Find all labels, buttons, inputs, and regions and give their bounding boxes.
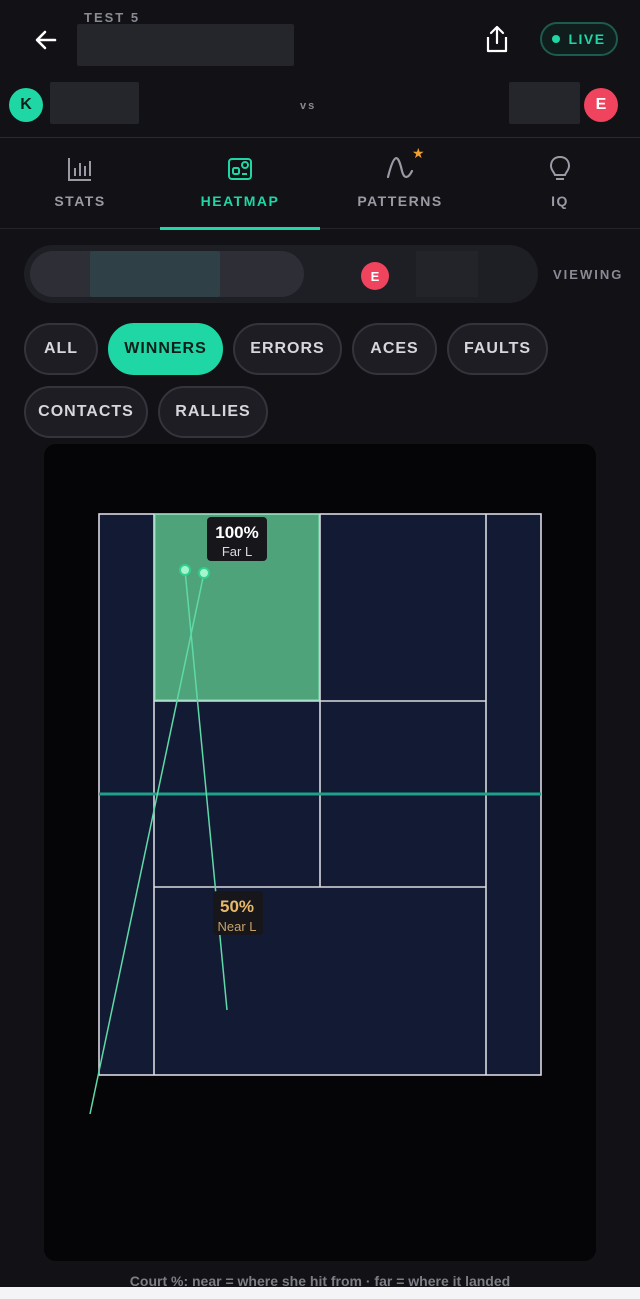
live-badge: LIVE — [540, 22, 618, 56]
tab-iq[interactable]: IQ — [480, 139, 640, 229]
tab-stats[interactable]: STATS — [0, 139, 160, 229]
redacted-player-left-name — [50, 82, 139, 124]
tab-iq-label: IQ — [551, 193, 569, 209]
star-badge-icon: ★ — [412, 145, 425, 161]
match-title: TEST 5 — [84, 10, 141, 25]
tab-heatmap[interactable]: HEATMAP — [160, 139, 320, 230]
pattern-curve-icon — [386, 157, 414, 179]
redacted-match-name — [77, 24, 294, 66]
redacted-player-left-option — [90, 251, 220, 297]
lightbulb-icon — [549, 155, 571, 180]
far-zone-percent: 100% — [215, 523, 258, 542]
arrow-left-icon — [35, 30, 57, 50]
share-button[interactable] — [480, 22, 514, 56]
filter-aces[interactable]: ACES — [352, 323, 437, 375]
tab-patterns[interactable]: PATTERNS — [320, 139, 480, 229]
redacted-player-right-option — [416, 251, 478, 297]
filter-all[interactable]: ALL — [24, 323, 98, 375]
viewing-label: VIEWING — [553, 267, 624, 282]
vs-label: vs — [300, 100, 317, 112]
filter-rallies[interactable]: RALLIES — [158, 386, 268, 438]
bar-chart-icon — [68, 158, 91, 181]
live-label: LIVE — [568, 31, 606, 47]
filter-contacts[interactable]: CONTACTS — [24, 386, 148, 438]
filter-winners[interactable]: WINNERS — [108, 323, 223, 375]
player-right-option-avatar[interactable]: E — [361, 262, 389, 290]
landing-point-2[interactable] — [198, 567, 210, 579]
filter-errors[interactable]: ERRORS — [233, 323, 342, 375]
tab-patterns-label: PATTERNS — [357, 193, 443, 209]
near-zone-percent: 50% — [220, 897, 254, 916]
heatmap-card: 100% Far L 50% Near L — [44, 444, 596, 1261]
player-right-avatar: E — [584, 88, 618, 122]
live-dot-icon — [552, 35, 561, 43]
player-left-avatar: K — [9, 88, 43, 122]
player-left-option[interactable] — [30, 251, 304, 297]
tab-heatmap-label: HEATMAP — [200, 193, 280, 209]
back-button[interactable] — [28, 22, 64, 58]
player-selector[interactable] — [24, 245, 538, 303]
far-zone-label: Far L — [222, 544, 252, 559]
tab-bar: STATS HEATMAP PATTERNS IQ — [0, 139, 640, 230]
court-diagram: 100% Far L 50% Near L — [89, 513, 542, 1115]
tab-stats-label: STATS — [54, 193, 106, 209]
redacted-player-right-name — [509, 82, 580, 124]
filter-faults[interactable]: FAULTS — [447, 323, 548, 375]
match-header: TEST 5 LIVE K vs E — [0, 0, 640, 138]
landing-point-1[interactable] — [179, 564, 191, 576]
heatmap-icon — [228, 158, 252, 180]
near-zone-label: Near L — [217, 919, 256, 934]
system-bottom-bar — [0, 1287, 640, 1299]
share-icon — [486, 25, 508, 53]
